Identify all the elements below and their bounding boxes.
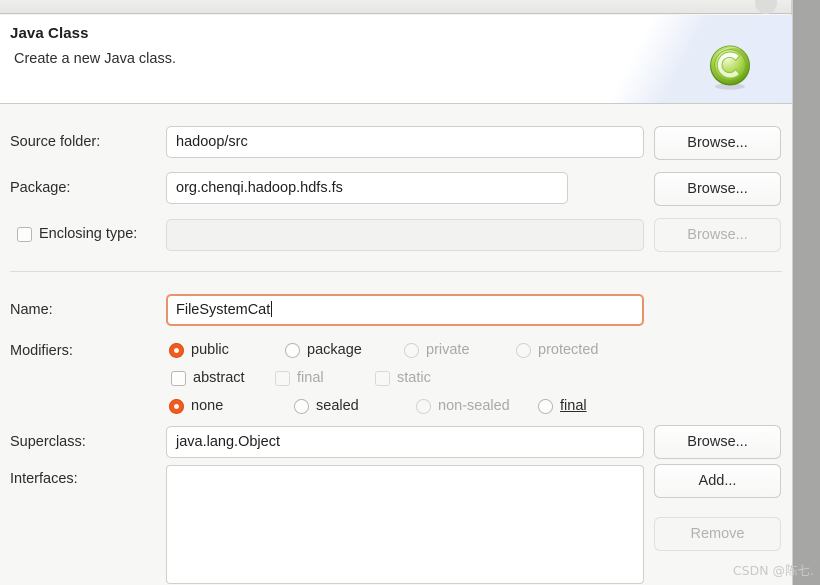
watermark: CSDN @陈七. xyxy=(732,563,814,578)
enclosing-type-checkbox[interactable]: Enclosing type: xyxy=(17,226,137,242)
source-folder-browse-button[interactable]: Browse... xyxy=(654,126,781,160)
radio-icon xyxy=(285,342,300,358)
radio-icon xyxy=(294,398,309,414)
sealing-radio-non-sealed: non-sealed xyxy=(416,398,510,414)
modifier-label: package xyxy=(307,342,362,358)
modifier-radio-private: private xyxy=(404,342,470,358)
java-class-icon xyxy=(704,41,756,93)
modifier-label: abstract xyxy=(193,370,245,386)
interfaces-add-button[interactable]: Add... xyxy=(654,464,781,498)
modifier-radio-package[interactable]: package xyxy=(285,342,362,358)
checkbox-icon xyxy=(375,370,390,386)
class-name-input[interactable]: FileSystemCat xyxy=(166,294,644,326)
checkbox-icon xyxy=(17,226,32,242)
radio-icon xyxy=(416,398,431,414)
wizard-header: Java Class Create a new Java class. xyxy=(0,15,792,104)
interfaces-remove-button: Remove xyxy=(654,517,781,551)
checkbox-icon xyxy=(171,370,186,386)
radio-icon xyxy=(538,398,553,414)
wizard-form: Source folder: hadoop/src Browse... Pack… xyxy=(0,104,792,585)
modifier-check-abstract[interactable]: abstract xyxy=(171,370,245,386)
interfaces-list[interactable] xyxy=(166,465,644,584)
page-title: Java Class xyxy=(10,25,89,42)
modifier-label: private xyxy=(426,342,470,358)
modifier-radio-protected: protected xyxy=(516,342,598,358)
package-browse-button[interactable]: Browse... xyxy=(654,172,781,206)
radio-icon xyxy=(516,342,531,358)
java-class-wizard-window: Java Class Create a new Java class. Sour… xyxy=(0,0,820,585)
modifier-check-final: final xyxy=(275,370,324,386)
enclosing-type-input xyxy=(166,219,644,251)
enclosing-type-browse-button: Browse... xyxy=(654,218,781,252)
modifier-label: final xyxy=(560,398,587,414)
superclass-label: Superclass: xyxy=(10,434,86,450)
interfaces-label: Interfaces: xyxy=(10,471,78,487)
modifier-radio-public[interactable]: public xyxy=(169,342,229,358)
radio-icon xyxy=(404,342,419,358)
modifier-label: final xyxy=(297,370,324,386)
source-folder-label: Source folder: xyxy=(10,134,101,150)
radio-icon xyxy=(169,398,184,414)
form-divider xyxy=(10,271,782,272)
modifier-label: non-sealed xyxy=(438,398,510,414)
modifiers-label: Modifiers: xyxy=(10,343,73,359)
sealing-radio-sealed[interactable]: sealed xyxy=(294,398,359,414)
modifier-label: sealed xyxy=(316,398,359,414)
sealing-radio-final[interactable]: final xyxy=(538,398,587,414)
sealing-radio-none[interactable]: none xyxy=(169,398,223,414)
close-icon[interactable] xyxy=(755,0,777,14)
package-input[interactable]: org.chenqi.hadoop.hdfs.fs xyxy=(166,172,568,204)
modifier-check-static: static xyxy=(375,370,431,386)
superclass-browse-button[interactable]: Browse... xyxy=(654,425,781,459)
modifier-label: protected xyxy=(538,342,599,358)
desktop-background xyxy=(793,0,820,585)
enclosing-type-label: Enclosing type: xyxy=(39,226,138,242)
package-label: Package: xyxy=(10,180,71,196)
modifier-label: none xyxy=(191,398,224,414)
class-name-value: FileSystemCat xyxy=(176,302,271,318)
radio-icon xyxy=(169,342,184,358)
page-description: Create a new Java class. xyxy=(14,51,176,67)
checkbox-icon xyxy=(275,370,290,386)
superclass-input[interactable]: java.lang.Object xyxy=(166,426,644,458)
modifier-label: public xyxy=(191,342,229,358)
window-titlebar xyxy=(0,0,795,14)
modifier-label: static xyxy=(397,370,431,386)
name-label: Name: xyxy=(10,302,53,318)
source-folder-input[interactable]: hadoop/src xyxy=(166,126,644,158)
text-caret xyxy=(271,301,273,317)
